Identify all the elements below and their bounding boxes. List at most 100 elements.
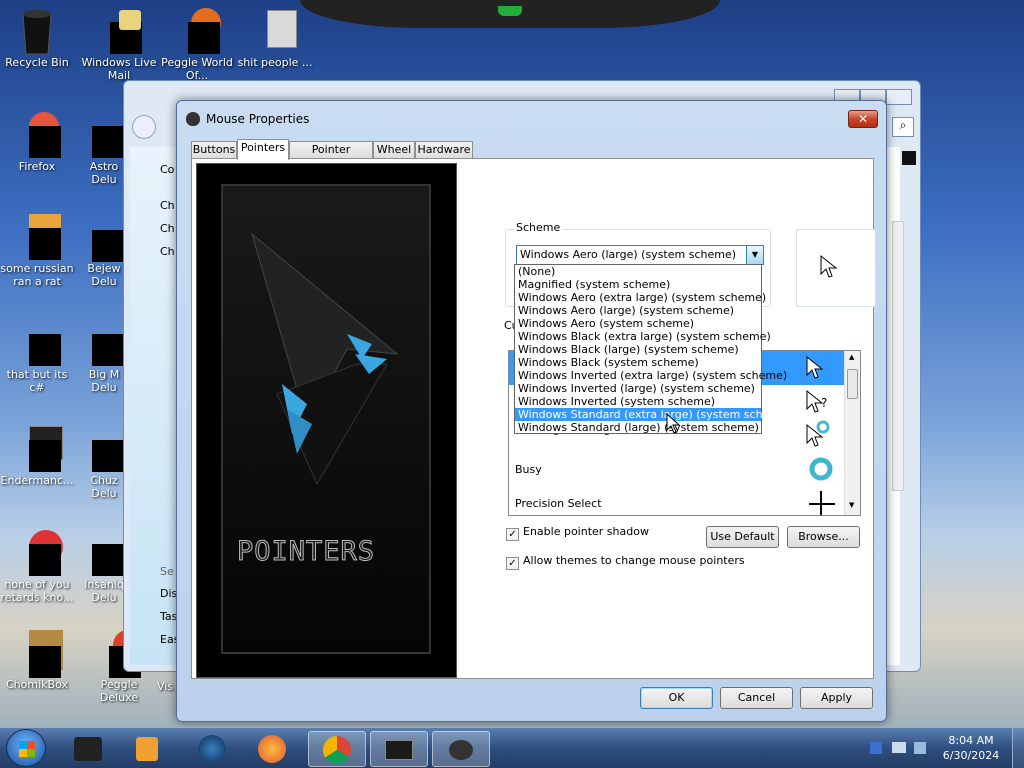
tab-pointers[interactable]: Pointers [237,139,289,160]
tab-buttons[interactable]: Buttons [191,141,237,159]
desktop-icon-bejeweled[interactable]: Bejew Delu [84,214,124,288]
taskbar-mouse-properties[interactable] [432,731,490,767]
scheme-option[interactable]: Windows Aero (system scheme) [515,317,761,330]
app-icon [385,740,413,760]
dialog-title: Mouse Properties [206,112,310,126]
close-button-bg[interactable] [886,89,912,105]
crosshair-cursor-icon [809,491,835,515]
taskbar-chrome[interactable] [308,731,366,767]
browse-button[interactable]: Browse... [787,526,860,548]
bg-item[interactable]: Co [160,163,174,176]
display-icon[interactable] [892,742,906,753]
scheme-label: Scheme [514,221,563,234]
cancel-button[interactable]: Cancel [720,687,793,709]
desktop-icon-firefox[interactable]: Firefox [0,112,74,173]
scheme-option[interactable]: Windows Black (large) (system scheme) [515,343,761,356]
tab-hardware[interactable]: Hardware [415,141,473,159]
scheme-option[interactable]: Windows Standard (large) (system scheme) [515,421,761,434]
desktop-icon-none-of-you[interactable]: none of you retards kno... [0,530,74,604]
taskbar-globe[interactable] [184,731,242,767]
scheme-option[interactable]: Windows Aero (extra large) (system schem… [515,291,766,304]
scheme-option[interactable]: Windows Standard (extra large) (system s… [515,408,791,421]
bg-item[interactable]: Tas [160,610,177,623]
cursor-row-busy[interactable]: Busy [509,453,845,487]
media-player-icon [136,737,158,761]
search-button[interactable]: ⌕ [892,117,914,137]
desktop-icon-chomikbox[interactable]: ChomikBox [0,630,74,691]
busy-cursor-icon [809,457,833,481]
show-desktop-button[interactable] [1012,728,1024,768]
enable-pointer-shadow-checkbox[interactable]: ✓ Enable pointer shadow [506,525,649,541]
scheme-option[interactable]: (None) [515,265,761,278]
peggle-icon [175,8,221,54]
ok-button[interactable]: OK [640,687,713,709]
close-icon: ✕ [857,112,869,126]
scheme-option[interactable]: Windows Black (extra large) (system sche… [515,330,771,343]
close-button[interactable]: ✕ [848,110,878,128]
globe-icon [198,735,226,763]
folder-icon [253,8,297,52]
taskbar-app-window[interactable] [370,731,428,767]
clock[interactable]: 8:04 AM 6/30/2024 [936,733,1006,763]
pointers-art-image: POINTERS [196,163,457,678]
firefox-icon [258,735,286,763]
scheme-option[interactable]: Magnified (system scheme) [515,278,761,291]
taskbar: 8:04 AM 6/30/2024 [0,727,1024,768]
network-icon[interactable] [870,742,882,754]
taskbar-app-1[interactable] [60,731,118,767]
bg-item[interactable]: Ch [160,199,175,212]
scheme-option[interactable]: Windows Inverted (extra large) (system s… [515,369,787,382]
desktop-icon-windows-live-mail[interactable]: Windows Live Mail [80,8,158,82]
search-icon: ⌕ [899,118,907,132]
apply-button[interactable]: Apply [800,687,873,709]
desktop-icon-peggle-world[interactable]: Peggle World Of... [158,8,236,82]
bg-item[interactable]: Ch [160,245,175,258]
mouse-icon [449,740,473,760]
use-default-button[interactable]: Use Default [706,526,779,548]
taskbar-media-player[interactable] [120,731,178,767]
pointers-art-text: POINTERS [236,536,376,568]
game-icon [84,426,124,472]
mail-icon [97,8,142,54]
volume-icon[interactable] [914,742,926,754]
desktop-icon-astro[interactable]: Astro Delu [84,112,124,186]
game-icon [84,214,124,262]
cursor-row-precision[interactable]: Precision Select [509,487,845,515]
app-icon [74,737,102,761]
scheme-option[interactable]: Windows Inverted (large) (system scheme) [515,382,761,395]
start-button[interactable] [6,729,46,767]
bg-item[interactable]: Dis [160,587,177,600]
scroll-thumb[interactable] [847,369,858,399]
back-button[interactable] [132,115,156,139]
tab-pointer-options[interactable]: Pointer Options [289,141,373,172]
desktop-icon-that-but-c[interactable]: that but its c# [0,320,74,394]
taskbar-firefox[interactable] [244,731,302,767]
bg-scrollbar[interactable] [892,221,904,491]
top-gadget [300,0,720,28]
desktop-icon-shit-people[interactable]: shit people ... [236,8,314,69]
scheme-option[interactable]: Windows Aero (large) (system scheme) [515,304,761,317]
desktop-icon-insaniquarium[interactable]: Insaniq Delu [84,530,124,604]
bg-left-pane: Co Ch Ch Ch Se Dis Tas Eas [130,147,179,665]
scheme-dropdown[interactable]: Windows Aero (large) (system scheme) ▼ [516,245,764,265]
file-icon [15,214,61,260]
scheme-dropdown-list[interactable]: (None) Magnified (system scheme) Windows A… [514,264,791,434]
desktop-icon-big-money[interactable]: Big M Delu [84,320,124,394]
game-icon [84,320,124,366]
scheme-option[interactable]: Windows Black (system scheme) [515,356,761,369]
arrow-cursor-icon [806,355,824,379]
bg-item[interactable]: Ch [160,222,175,235]
desktop-icon-recycle-bin[interactable]: Recycle Bin [0,8,74,69]
allow-themes-checkbox[interactable]: ✓ Allow themes to change mouse pointers [506,554,745,570]
app-icon [15,426,63,472]
game-icon [84,530,124,576]
desktop-icon-endermanch[interactable]: Endermanc... [0,426,74,487]
firefox-icon [15,112,61,158]
help-cursor-icon: ? [806,389,827,413]
tab-wheel[interactable]: Wheel [373,141,415,159]
desktop-icon-some-russian[interactable]: some russian ran a rat [0,214,74,288]
cursor-list-scrollbar[interactable]: ▲ ▼ [844,351,860,515]
scheme-option[interactable]: Windows Inverted (system scheme) [515,395,761,408]
system-tray: 8:04 AM 6/30/2024 [864,728,1024,768]
desktop-icon-chuzzle[interactable]: Chuz Delu [84,426,124,500]
